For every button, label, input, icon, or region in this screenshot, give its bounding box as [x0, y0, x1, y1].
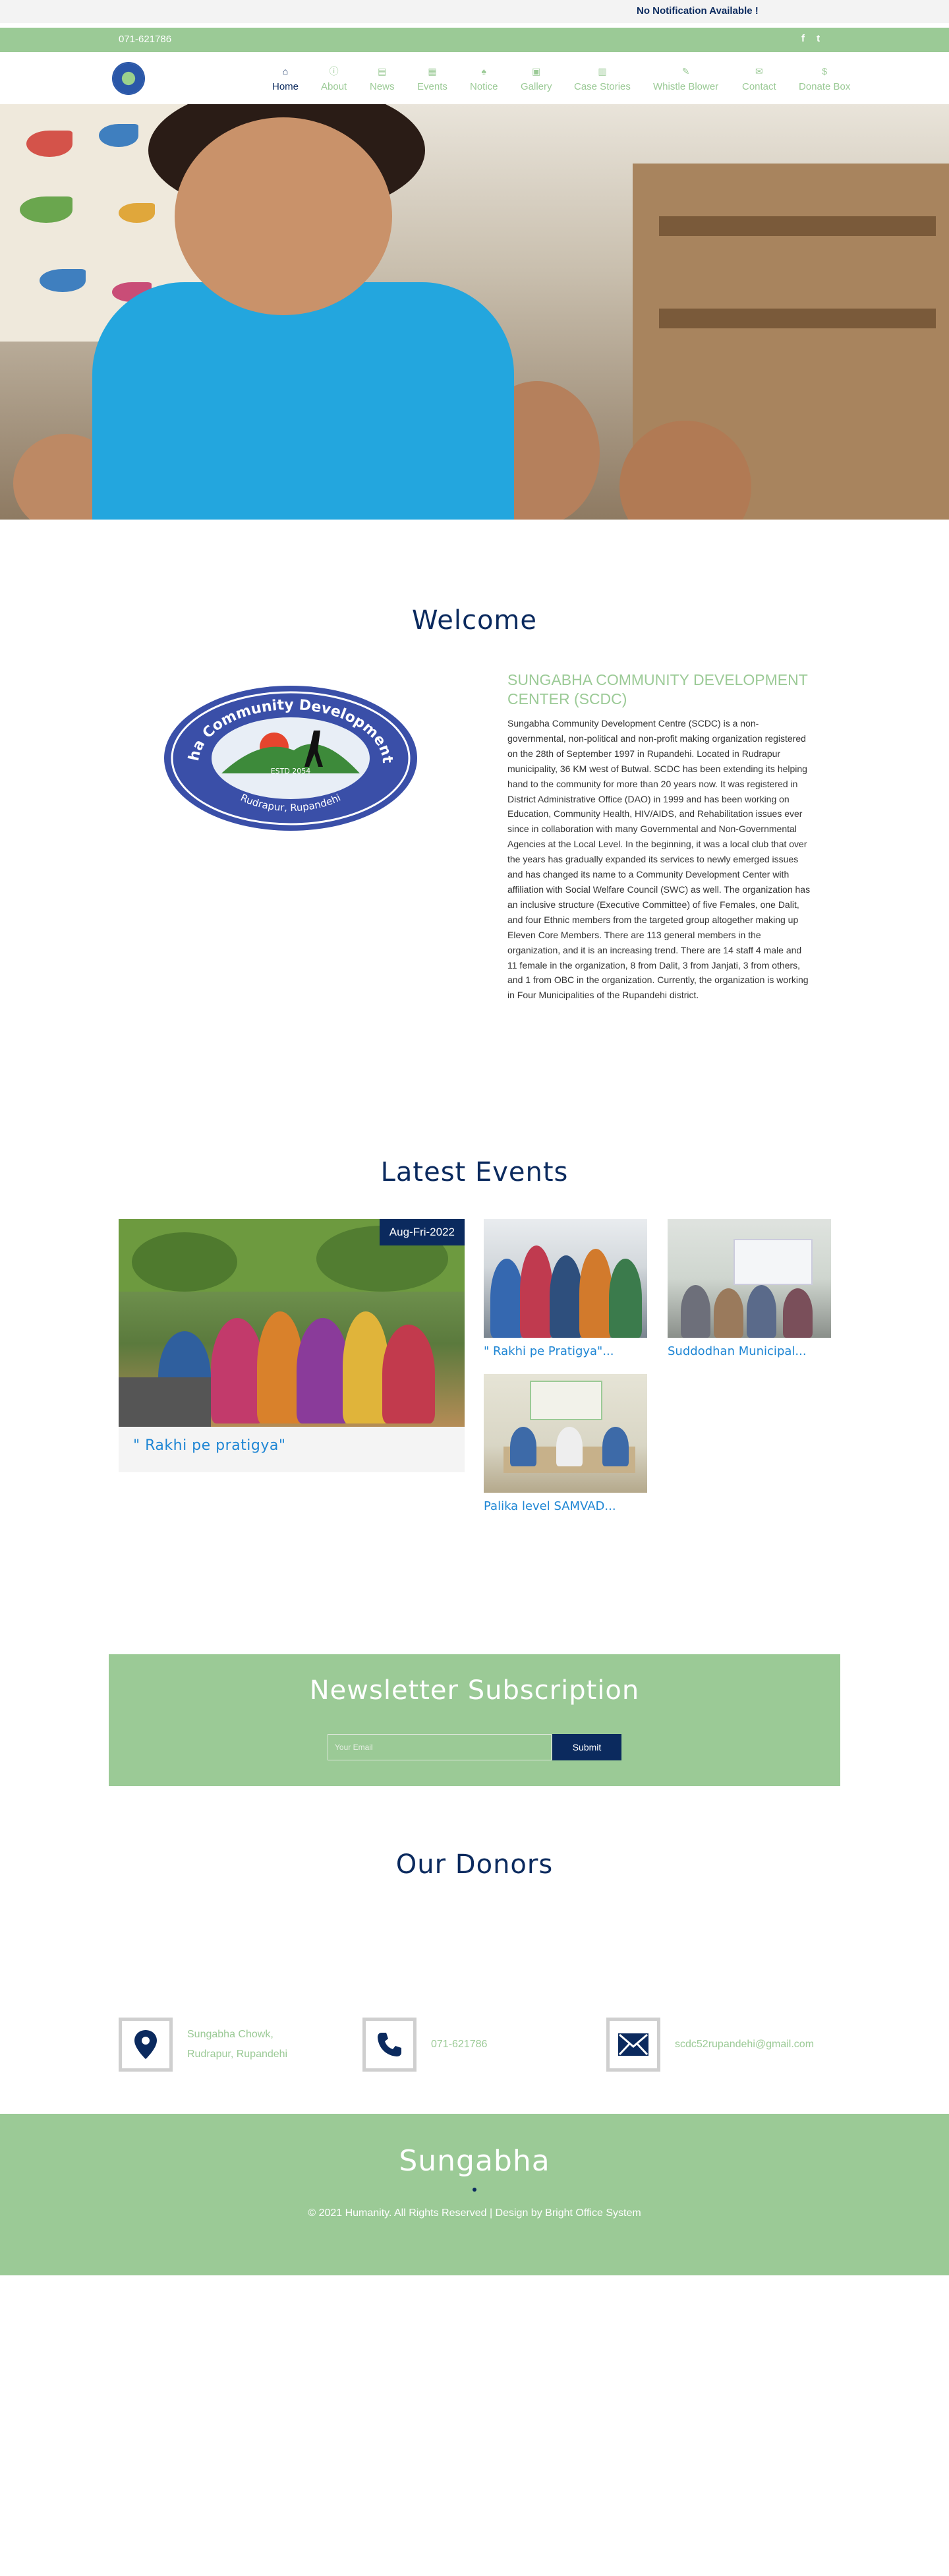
nav-case-stories[interactable]: ▥ Case Stories — [574, 67, 631, 92]
nav-about[interactable]: ⓘ About — [321, 67, 347, 92]
nav-events[interactable]: ▦ Events — [417, 67, 447, 92]
footer-divider-dot — [473, 2188, 476, 2192]
book-icon: ▥ — [598, 66, 607, 76]
envelope-icon: ✉ — [755, 66, 763, 76]
featured-event-card[interactable]: Aug-Fri-2022 " Rakhi pe pratigya" — [119, 1219, 465, 1472]
nav-whistle-blower[interactable]: ✎ Whistle Blower — [653, 67, 718, 92]
calendar-icon: ▦ — [428, 66, 437, 76]
info-icon: ⓘ — [329, 66, 339, 76]
email-block: scdc52rupandehi@gmail.com — [606, 2018, 814, 2072]
event-card-2[interactable]: Suddodhan Municipal... — [668, 1219, 831, 1358]
event-title-1[interactable]: " Rakhi pe Pratigya"... — [484, 1344, 647, 1358]
address-line-2: Rudrapur, Rupandehi — [187, 2049, 288, 2060]
donors-heading: Our Donors — [395, 1849, 554, 1880]
scdc-description: Sungabha Community Development Centre (S… — [507, 718, 811, 1001]
header-phone: 071-621786 — [119, 34, 172, 45]
submit-button[interactable]: Submit — [552, 1734, 621, 1760]
newsletter-section: Newsletter Subscription Submit — [109, 1654, 840, 1786]
hero-image — [0, 104, 949, 520]
nav-gallery[interactable]: ▣ Gallery — [521, 67, 552, 92]
social-links: f t — [801, 33, 829, 44]
nav-contact[interactable]: ✉ Contact — [742, 67, 776, 92]
events-heading: Latest Events — [380, 1157, 569, 1187]
nav-notice[interactable]: ♠ Notice — [470, 67, 498, 92]
event-date-badge: Aug-Fri-2022 — [379, 1219, 465, 1245]
home-icon: ⌂ — [282, 66, 289, 76]
nav-donate-box[interactable]: $ Donate Box — [799, 67, 850, 92]
contact-bar: 071-621786 f t — [0, 28, 949, 52]
scdc-emblem: Sungabha Community Development Centre Ru… — [162, 684, 417, 831]
event-title-2[interactable]: Suddodhan Municipal... — [668, 1344, 831, 1358]
footer: Sungabha © 2021 Humanity. All Rights Res… — [0, 2114, 949, 2275]
map-marker-icon — [119, 2018, 173, 2072]
featured-event-image[interactable] — [119, 1219, 465, 1427]
event-title-3[interactable]: Palika level SAMVAD... — [484, 1499, 647, 1513]
image-icon: ▣ — [532, 66, 541, 76]
contact-phone[interactable]: 071-621786 — [431, 2035, 487, 2054]
event-image-1[interactable] — [484, 1219, 647, 1338]
phone-block: 071-621786 — [362, 2018, 487, 2072]
pencil-icon: ✎ — [681, 66, 690, 76]
address-line-1: Sungabha Chowk, — [187, 2029, 273, 2040]
newsletter-heading: Newsletter Subscription — [309, 1675, 640, 1706]
facebook-icon[interactable]: f — [801, 33, 805, 44]
dollar-icon: $ — [822, 66, 828, 76]
featured-event-title[interactable]: " Rakhi pe pratigya" — [133, 1437, 286, 1454]
bell-icon: ♠ — [481, 66, 486, 76]
twitter-icon[interactable]: t — [817, 33, 820, 44]
welcome-heading: Welcome — [412, 605, 537, 636]
footer-copyright: © 2021 Humanity. All Rights Reserved | D… — [308, 2207, 641, 2219]
nav-news[interactable]: ▤ News — [370, 67, 395, 92]
envelope-icon — [606, 2018, 660, 2072]
site-logo[interactable] — [112, 62, 145, 95]
address-block: Sungabha Chowk, Rudrapur, Rupandehi — [119, 2018, 287, 2072]
newspaper-icon: ▤ — [378, 66, 387, 76]
notification-text: No Notification Available ! — [637, 5, 759, 16]
event-image-3[interactable] — [484, 1374, 647, 1493]
email-input[interactable] — [328, 1734, 552, 1760]
phone-icon — [362, 2018, 417, 2072]
emblem-est: ESTD 2054 — [271, 767, 311, 775]
event-card-1[interactable]: " Rakhi pe Pratigya"... — [484, 1219, 647, 1358]
contact-email[interactable]: scdc52rupandehi@gmail.com — [675, 2035, 814, 2054]
notification-bar: No Notification Available ! — [0, 0, 949, 23]
scdc-title: SUNGABHA COMMUNITY DEVELOPMENT CENTER (S… — [507, 671, 808, 707]
event-image-2[interactable] — [668, 1219, 831, 1338]
event-card-3[interactable]: Palika level SAMVAD... — [484, 1374, 647, 1513]
footer-brand: Sungabha — [399, 2144, 550, 2178]
nav-home[interactable]: ⌂ Home — [272, 67, 299, 92]
